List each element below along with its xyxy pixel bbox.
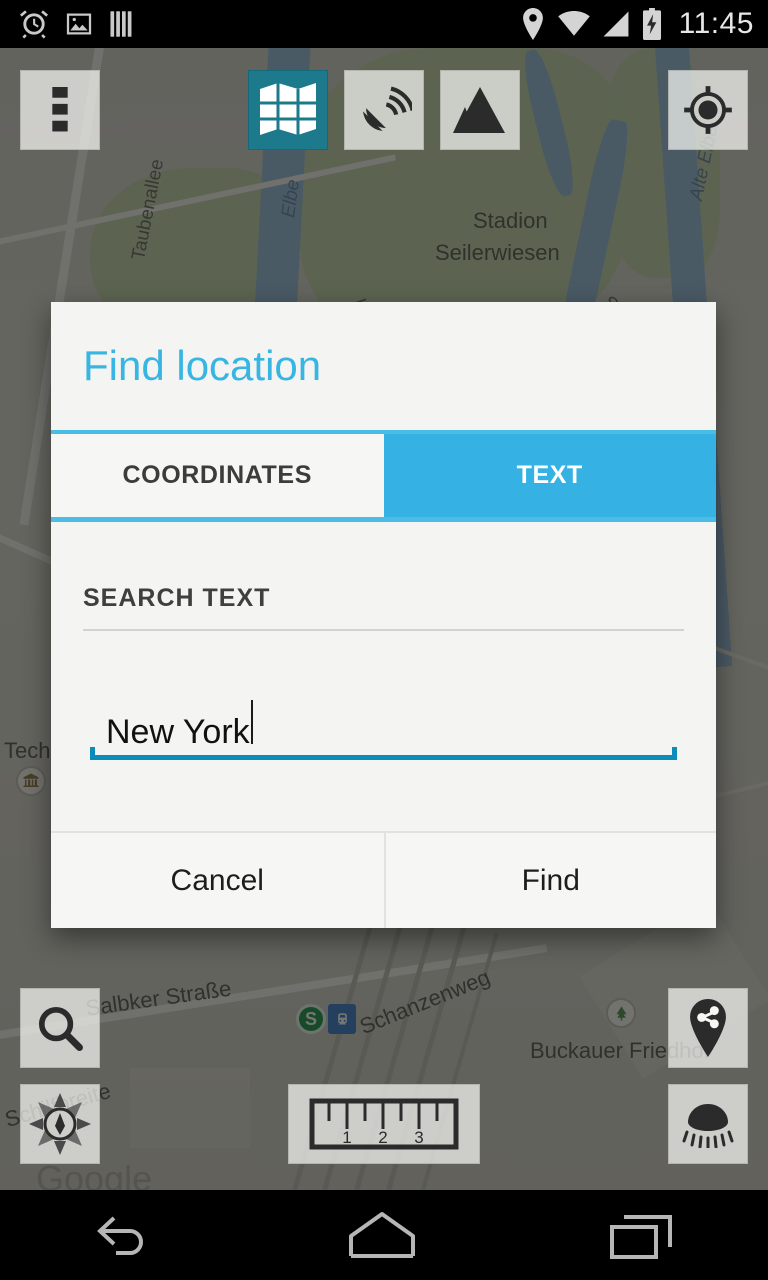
search-text-section-label: SEARCH TEXT: [83, 584, 271, 612]
search-input[interactable]: New York: [90, 693, 677, 749]
overflow-menu-button[interactable]: [20, 70, 100, 150]
compass-rose-icon: [29, 1093, 91, 1155]
eye-icon: [682, 1104, 734, 1148]
nav-back-button[interactable]: [94, 1208, 156, 1262]
my-location-button[interactable]: [668, 70, 748, 150]
battery-charging-icon: [642, 8, 661, 40]
share-pin-icon: [690, 999, 726, 1057]
satellite-button[interactable]: [344, 70, 424, 150]
nav-home-button[interactable]: [345, 1208, 419, 1262]
location-pin-icon: [522, 8, 543, 40]
text-cursor-caret: [250, 700, 253, 744]
find-location-dialog: Find location COORDINATES TEXT SEARCH TE…: [51, 302, 716, 928]
share-location-button[interactable]: [668, 988, 748, 1068]
three-dots-vertical-icon: [52, 87, 68, 132]
mountain-icon: [453, 87, 505, 133]
cancel-button-label: Cancel: [170, 863, 264, 897]
satellite-dish-icon: [363, 86, 412, 131]
recents-icon: [609, 1215, 672, 1259]
search-input-underline: [90, 747, 677, 760]
wifi-icon: [557, 11, 590, 36]
map-layers-button[interactable]: [248, 70, 328, 150]
home-icon: [348, 1212, 415, 1258]
status-bar: 11:45: [0, 0, 768, 48]
barcode-icon: [110, 11, 132, 37]
ruler-icon: 1 2 3: [309, 1098, 459, 1150]
status-bar-right-icons: 11:45: [520, 7, 754, 41]
android-navigation-bar: [0, 1190, 768, 1280]
search-button[interactable]: [20, 988, 100, 1068]
dialog-button-bar: Cancel Find: [51, 831, 716, 928]
status-bar-left-icons: [18, 8, 136, 40]
dialog-body: SEARCH TEXT New York: [51, 522, 716, 831]
measure-button[interactable]: 1 2 3: [288, 1084, 480, 1164]
cellular-signal-icon: [603, 11, 629, 37]
back-arrow-icon: [97, 1216, 144, 1255]
svg-text:3: 3: [414, 1128, 423, 1147]
compass-button[interactable]: [20, 1084, 100, 1164]
dialog-header: Find location: [51, 302, 716, 430]
tab-coordinates-label: COORDINATES: [122, 461, 312, 489]
map-folded-icon: [260, 83, 316, 139]
tab-text[interactable]: TEXT: [383, 434, 716, 517]
magnifier-icon: [38, 1006, 83, 1051]
nav-recents-button[interactable]: [608, 1209, 674, 1261]
phone-screen: 11:45 1 2 3 Find location COORDINATES TE…: [0, 0, 768, 1280]
tab-text-label: TEXT: [516, 461, 583, 489]
search-input-value: New York: [106, 713, 250, 751]
cancel-button[interactable]: Cancel: [51, 833, 384, 928]
terrain-button[interactable]: [440, 70, 520, 150]
find-button-label: Find: [521, 863, 580, 897]
tab-strip: COORDINATES TEXT: [51, 430, 716, 522]
find-button[interactable]: Find: [383, 833, 716, 928]
section-divider: [83, 629, 684, 631]
svg-text:1: 1: [342, 1128, 351, 1147]
visibility-button[interactable]: [668, 1084, 748, 1164]
status-bar-clock: 11:45: [678, 7, 754, 40]
gps-target-icon: [684, 86, 732, 134]
search-input-wrapper[interactable]: New York: [83, 693, 684, 760]
page-title: Find location: [83, 342, 322, 389]
tab-coordinates[interactable]: COORDINATES: [51, 434, 384, 517]
alarm-clock-icon: [20, 10, 48, 39]
svg-text:2: 2: [378, 1128, 387, 1147]
photo-image-icon: [66, 13, 92, 35]
